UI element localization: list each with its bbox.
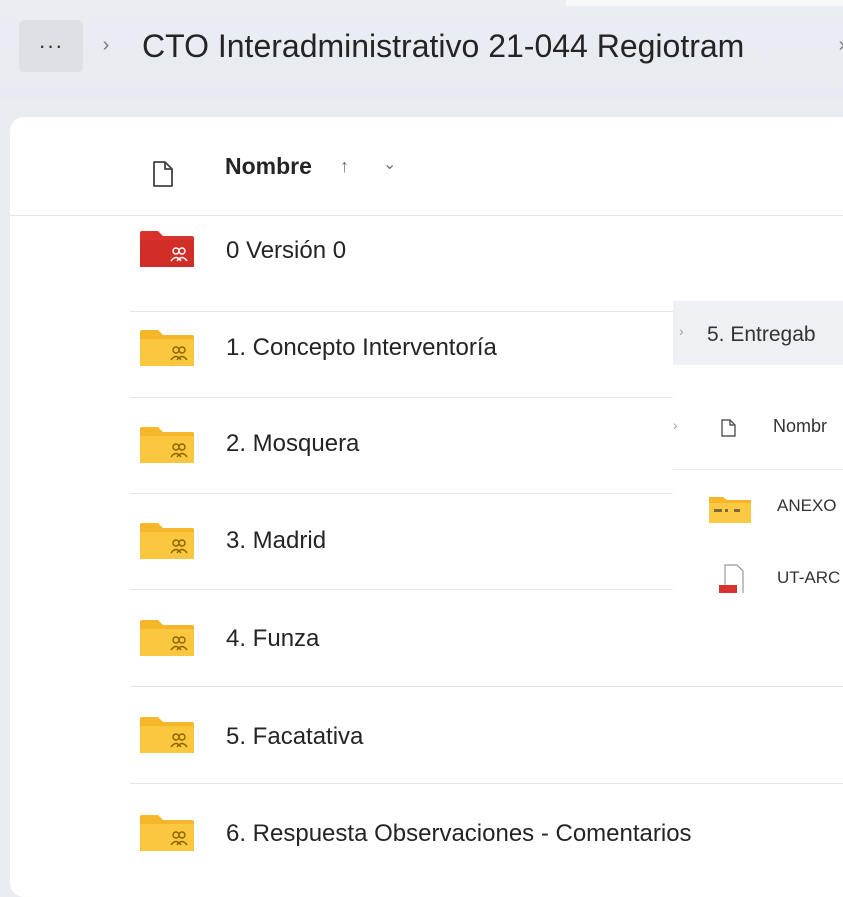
list-header-row <box>10 117 843 216</box>
shared-folder-icon <box>140 523 194 559</box>
folder-name[interactable]: 6. Respuesta Observaciones - Comentarios <box>226 817 692 851</box>
list-item[interactable]: 5. Facatativa <box>130 687 843 784</box>
folder-name[interactable]: 2. Mosquera <box>226 427 359 461</box>
list-item[interactable]: 6. Respuesta Observaciones - Comentarios <box>130 784 843 880</box>
overlay-breadcrumb[interactable]: 5. Entregab <box>707 323 816 347</box>
shared-folder-icon <box>140 620 194 656</box>
column-header-name[interactable]: Nombre <box>225 150 312 182</box>
overlay-window: › 5. Entregab › Nombr ANEXO UT-ARC <box>673 301 843 593</box>
shared-folder-icon <box>140 330 194 366</box>
sort-ascending-icon[interactable]: ↑ <box>340 152 349 180</box>
shared-folder-icon <box>140 815 194 851</box>
overlay-list-item[interactable]: ANEXO <box>777 496 837 516</box>
folder-name[interactable]: 1. Concepto Interventoría <box>226 331 497 365</box>
shared-folder-icon <box>140 231 194 267</box>
list-item[interactable]: 4. Funza <box>130 590 843 687</box>
breadcrumb-current-folder[interactable]: CTO Interadministrativo 21-044 Regiotram <box>142 24 744 68</box>
list-item[interactable]: 0 Versión 0 <box>130 215 843 312</box>
breadcrumb-separator-icon: › <box>102 33 110 56</box>
file-type-icon[interactable] <box>719 419 739 437</box>
pdf-file-icon <box>719 564 744 593</box>
folder-name[interactable]: 0 Versión 0 <box>226 234 346 268</box>
folder-name[interactable]: 5. Facatativa <box>226 720 363 754</box>
shared-folder-icon <box>140 717 194 753</box>
chevron-right-icon: › <box>673 417 678 433</box>
overlay-column-header-name[interactable]: Nombr <box>773 416 827 437</box>
shared-folder-icon <box>140 427 194 463</box>
chevron-down-icon[interactable]: ⌄ <box>383 150 396 180</box>
breadcrumb-trailing-separator-icon: › <box>832 33 843 57</box>
file-type-icon[interactable] <box>150 161 178 187</box>
overlay-list-item[interactable]: UT-ARC <box>777 568 840 588</box>
overlay-header-divider <box>673 469 843 470</box>
folder-name[interactable]: 3. Madrid <box>226 524 326 558</box>
folder-name[interactable]: 4. Funza <box>226 622 319 656</box>
topbar-highlight <box>566 0 843 6</box>
chevron-right-icon: › <box>679 323 684 339</box>
more-breadcrumbs-button[interactable]: ··· <box>19 20 83 72</box>
zip-folder-icon <box>709 497 751 523</box>
